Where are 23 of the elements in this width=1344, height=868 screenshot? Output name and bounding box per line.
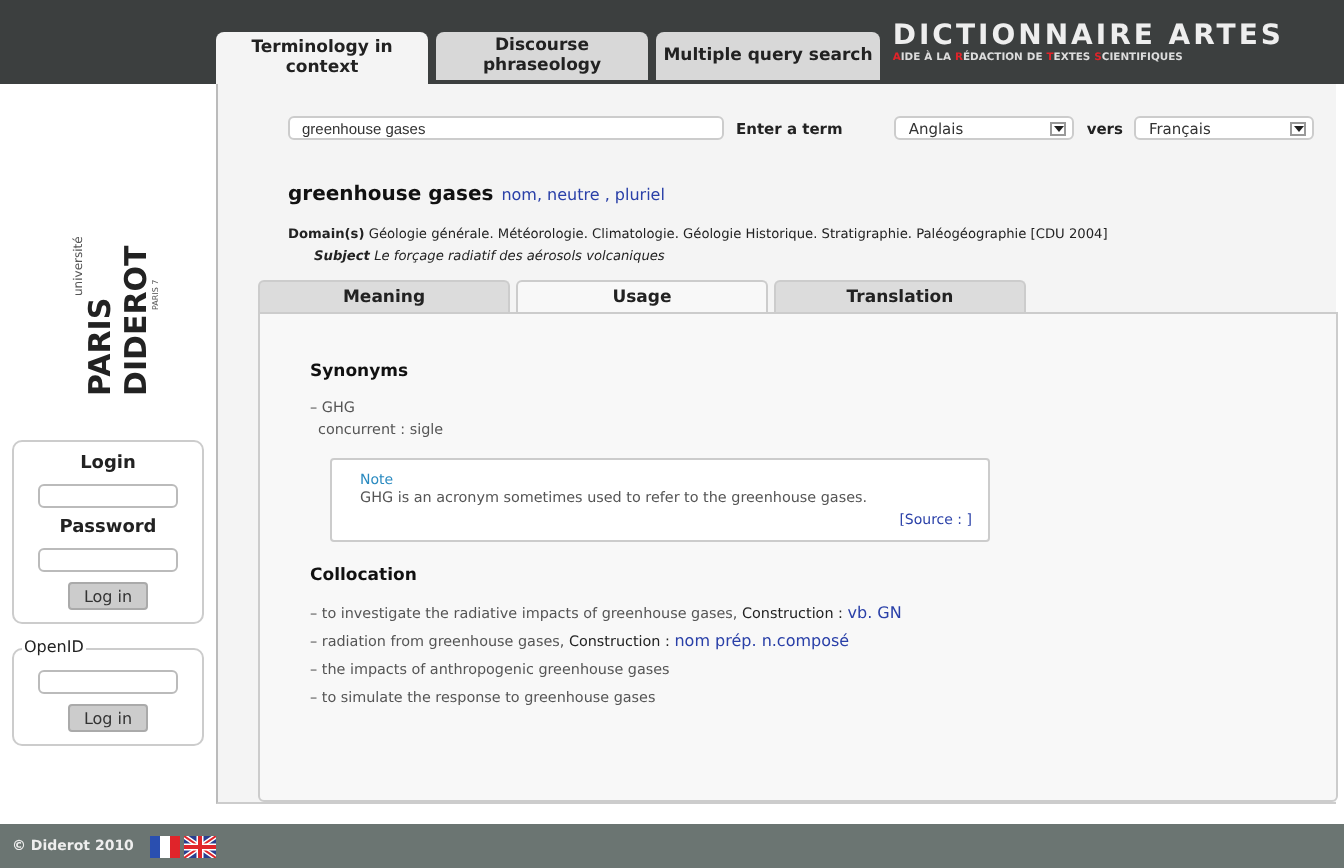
collocation-heading: Collocation xyxy=(310,566,419,586)
content-tab[interactable]: Usage xyxy=(516,280,768,312)
grammar-link[interactable]: nom, neutre , pluriel xyxy=(501,186,665,204)
content-tab[interactable]: Meaning xyxy=(258,280,510,312)
caret-icon xyxy=(1050,121,1067,135)
caret-icon xyxy=(1290,121,1307,135)
synonyms-heading: Synonyms xyxy=(310,362,411,382)
nav-tab[interactable]: Terminology in context xyxy=(216,32,428,84)
login-label: Login xyxy=(80,454,136,474)
openid-login-button[interactable]: Log in xyxy=(68,704,148,732)
content-tab[interactable]: Translation xyxy=(774,280,1026,312)
british-flag-icon[interactable] xyxy=(183,835,216,857)
site-title: DICTIONNAIRE ARTES xyxy=(892,20,1284,52)
login-button[interactable]: Log in xyxy=(68,582,148,610)
openid-legend: OpenID xyxy=(22,638,86,656)
openid-field[interactable] xyxy=(38,670,178,694)
password-field[interactable] xyxy=(38,548,178,572)
login-field[interactable] xyxy=(38,484,178,508)
nav-tab[interactable]: Multiple query search xyxy=(656,32,880,80)
french-flag-icon[interactable] xyxy=(149,835,180,857)
password-label: Password xyxy=(59,518,157,538)
entry-term: greenhouse gases xyxy=(288,184,494,206)
nav-tab[interactable]: Discourse phraseology xyxy=(436,32,648,80)
